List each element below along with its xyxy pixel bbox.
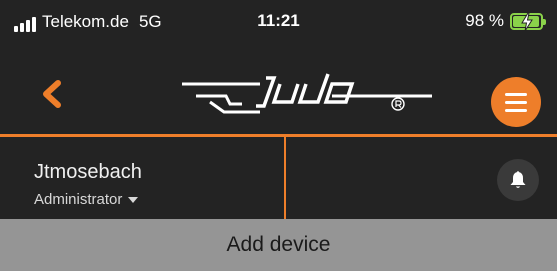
add-device-label: Add device (226, 233, 331, 256)
vertical-divider (284, 137, 286, 219)
battery-tip (543, 18, 546, 25)
bell-icon (510, 171, 526, 188)
battery-charging-icon (510, 12, 546, 31)
battery-percent: 98 % (465, 11, 504, 30)
back-button[interactable] (36, 77, 70, 111)
role-dropdown[interactable]: Administrator (34, 191, 139, 209)
hamburger-line (505, 101, 527, 104)
notification-button[interactable] (497, 159, 539, 201)
charging-bolt-icon (521, 12, 533, 31)
status-bar: Telekom.de 5G 11:21 98 % (0, 0, 557, 44)
hamburger-menu-icon (505, 93, 527, 96)
role-label: Administrator (34, 191, 123, 208)
nav-bar (0, 44, 557, 134)
judo-logo (182, 73, 432, 114)
chevron-left-icon (43, 80, 61, 108)
user-name: Jtmosebach (34, 161, 142, 183)
status-right: 98 % (465, 10, 546, 32)
header-divider (0, 134, 557, 137)
add-device-button[interactable]: Add device (0, 219, 557, 271)
menu-button[interactable] (491, 77, 541, 127)
caret-down-icon (128, 197, 139, 203)
hamburger-line (505, 109, 527, 112)
